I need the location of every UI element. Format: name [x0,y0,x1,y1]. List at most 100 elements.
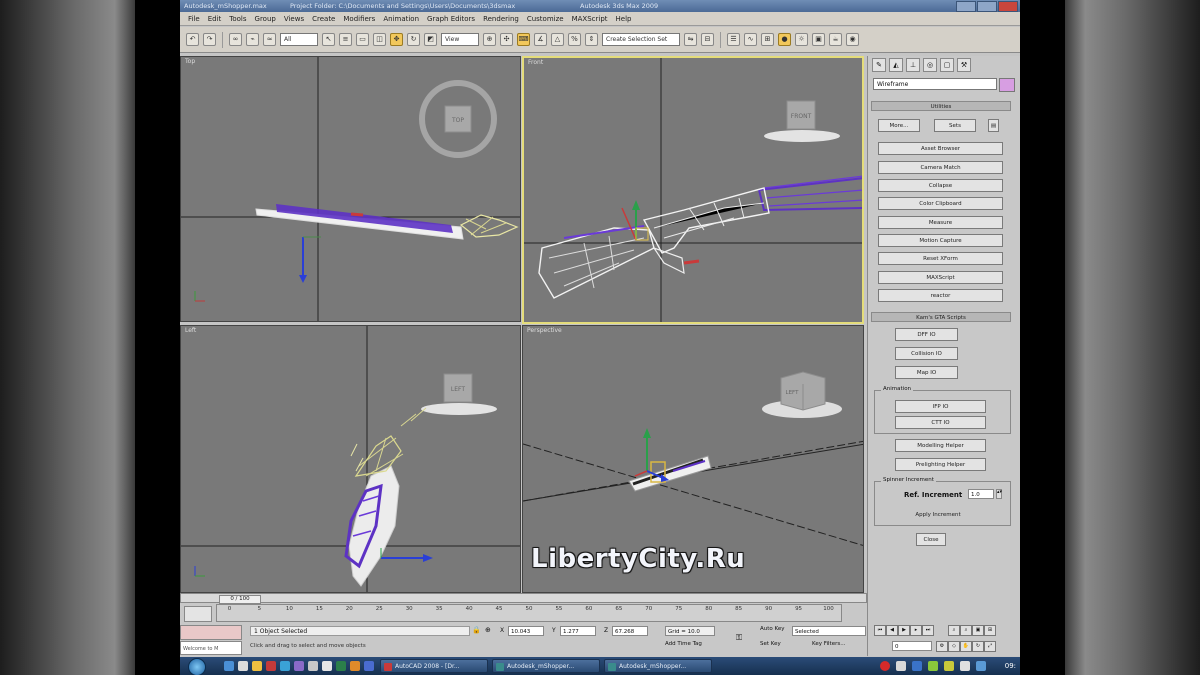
orbit-icon[interactable]: ↻ [972,641,984,652]
menu-tools[interactable]: Tools [225,15,250,23]
zoom-extents-all-icon[interactable]: ⊞ [984,625,996,636]
tray-icon[interactable] [928,661,938,671]
window-crossing-icon[interactable]: ◫ [373,33,386,46]
tray-icon[interactable] [896,661,906,671]
modelling-helper-button[interactable]: Modelling Helper [895,439,986,452]
menu-views[interactable]: Views [280,15,308,23]
create-tab-icon[interactable]: ✎ [872,58,886,72]
menu-create[interactable]: Create [308,15,339,23]
quick-render-icon[interactable]: ☕ [829,33,842,46]
menu-graph-editors[interactable]: Graph Editors [423,15,479,23]
app-launcher-icon[interactable] [336,661,346,671]
shotgun-wireframe-top[interactable] [255,204,519,240]
menu-maxscript[interactable]: MAXScript [568,15,612,23]
modify-tab-icon[interactable]: ◭ [889,58,903,72]
menu-help[interactable]: Help [612,15,636,23]
kams-scripts-rollout-header[interactable]: Kam's GTA Scripts [871,312,1011,322]
time-config-icon[interactable]: ⚙ [936,641,948,652]
menu-animation[interactable]: Animation [379,15,423,23]
render-setup-icon[interactable]: ☼ [795,33,808,46]
menu-rendering[interactable]: Rendering [479,15,523,23]
select-scale-icon[interactable]: ◩ [424,33,437,46]
schematic-view-icon[interactable]: ⊞ [761,33,774,46]
zoom-all-icon[interactable]: ⌕ [960,625,972,636]
camera-match-button[interactable]: Camera Match [878,161,1003,174]
transform-gizmo[interactable] [380,548,433,562]
viewcube-front[interactable]: FRONT [764,100,840,142]
pivot-center-icon[interactable]: ⊕ [483,33,496,46]
rendered-frame-icon[interactable]: ▣ [812,33,825,46]
set-key-button[interactable]: Set Key [760,641,781,647]
zoom-extents-icon[interactable]: ▣ [972,625,984,636]
taskbar-button-3dsmax-2[interactable]: Autodesk_mShopper... [604,659,712,673]
start-button-icon[interactable] [188,658,206,675]
lock-selection-icon[interactable]: 🔒 [472,626,481,634]
z-coordinate-field[interactable]: 67.268 [612,626,648,636]
menu-customize[interactable]: Customize [523,15,568,23]
link-icon[interactable]: ∞ [229,33,242,46]
selection-filter-dropdown[interactable]: All [280,33,318,46]
sets-button[interactable]: Sets [934,119,976,132]
configure-sets-icon[interactable]: ▤ [988,119,999,132]
x-coordinate-field[interactable]: 10.043 [508,626,544,636]
collision-io-button[interactable]: Collision IO [895,347,958,360]
spinner-snap-icon[interactable]: ⇕ [585,33,598,46]
app-launcher-icon[interactable] [364,661,374,671]
ref-increment-spinner[interactable]: 1.0 [968,489,994,499]
display-tab-icon[interactable]: ▢ [940,58,954,72]
absolute-mode-icon[interactable]: ⊕ [485,626,491,634]
time-slider-thumb[interactable]: 0 / 100 [219,595,261,604]
network-icon[interactable] [976,661,986,671]
select-manipulate-icon[interactable]: ✣ [500,33,513,46]
named-selection-dropdown[interactable]: Create Selection Set [602,33,680,46]
mirror-icon[interactable]: ⇋ [684,33,697,46]
viewport-top[interactable]: Top TOP [180,56,521,322]
object-color-swatch[interactable] [999,78,1015,92]
ifp-io-button[interactable]: IFP IO [895,400,986,413]
snaps-toggle-icon[interactable]: ∡ [534,33,547,46]
app-launcher-icon[interactable] [350,661,360,671]
more-button[interactable]: More... [878,119,920,132]
menu-file[interactable]: File [184,15,204,23]
menu-modifiers[interactable]: Modifiers [339,15,379,23]
prelighting-helper-button[interactable]: Prelighting Helper [895,458,986,471]
select-rotate-icon[interactable]: ↻ [407,33,420,46]
hierarchy-tab-icon[interactable]: ⊥ [906,58,920,72]
apply-increment-button[interactable]: Apply Increment [888,509,988,522]
go-to-start-icon[interactable]: ⏮ [874,625,886,636]
key-selection-dropdown[interactable]: Selected [792,626,866,636]
bind-space-warp-icon[interactable]: ≈ [263,33,276,46]
y-coordinate-field[interactable]: 1.277 [560,626,596,636]
play-icon[interactable]: ▶ [898,625,910,636]
viewcube-top[interactable]: TOP [419,80,497,158]
render-production-icon[interactable]: ◉ [846,33,859,46]
undo-icon[interactable]: ↶ [186,33,199,46]
maxscript-output-mini[interactable]: Welcome to M [180,641,242,655]
dff-io-button[interactable]: DFF IO [895,328,958,341]
app-launcher-icon[interactable] [294,661,304,671]
close-button[interactable] [998,1,1018,12]
app-launcher-icon[interactable] [322,661,332,671]
browser-icon[interactable] [280,661,290,671]
shotgun-wireframe-left[interactable] [344,407,427,587]
angle-snap-icon[interactable]: △ [551,33,564,46]
color-clipboard-button[interactable]: Color Clipboard [878,197,1003,210]
reactor-button[interactable]: reactor [878,289,1003,302]
curve-editor-icon[interactable]: ∿ [744,33,757,46]
motion-tab-icon[interactable]: ◎ [923,58,937,72]
select-object-icon[interactable]: ↖ [322,33,335,46]
opera-icon[interactable] [880,661,890,671]
menu-edit[interactable]: Edit [204,15,226,23]
utilities-rollout-header[interactable]: Utilities [871,101,1011,111]
maxscript-listener-mini[interactable] [180,625,242,640]
taskbar-clock[interactable]: 09: [1005,659,1016,673]
go-to-end-icon[interactable]: ⏭ [922,625,934,636]
tray-icon[interactable] [944,661,954,671]
track-bar-toggle-icon[interactable] [184,606,212,622]
motion-capture-button[interactable]: Motion Capture [878,234,1003,247]
show-desktop-icon[interactable] [224,661,234,671]
next-frame-icon[interactable]: ▸ [910,625,922,636]
explorer-icon[interactable] [238,661,248,671]
spinner-arrows-icon[interactable]: ▴▾ [996,489,1002,499]
material-editor-icon[interactable]: ● [778,33,791,46]
